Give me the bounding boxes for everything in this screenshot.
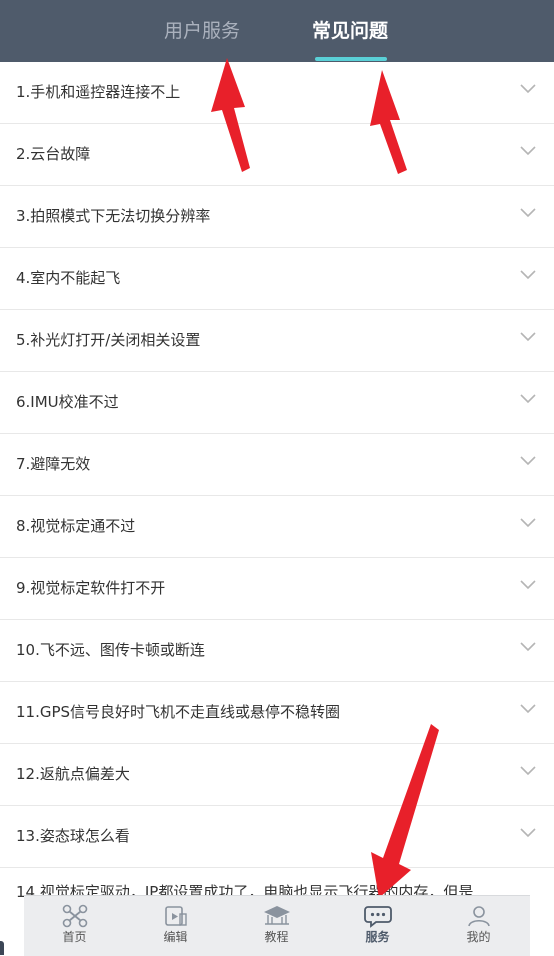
- chevron-down-icon: [520, 518, 536, 528]
- faq-item[interactable]: 9.视觉标定软件打不开: [0, 558, 554, 620]
- nav-service[interactable]: 服务: [327, 896, 428, 956]
- chevron-down-icon: [520, 394, 536, 404]
- nav-edit[interactable]: 编辑: [125, 896, 226, 956]
- nav-home[interactable]: 首页: [24, 896, 125, 956]
- screen-corner: [0, 941, 4, 955]
- faq-question: 12.返航点偏差大: [16, 765, 130, 783]
- nav-label: 编辑: [163, 930, 188, 944]
- chevron-down-icon: [520, 766, 536, 776]
- faq-item[interactable]: 8.视觉标定通不过: [0, 496, 554, 558]
- faq-question: 7.避障无效: [16, 455, 91, 473]
- chevron-down-icon: [520, 146, 536, 156]
- tab-faq[interactable]: 常见问题: [312, 0, 388, 62]
- nav-label: 首页: [62, 930, 87, 944]
- chevron-down-icon: [520, 828, 536, 838]
- faq-question: 5.补光灯打开/关闭相关设置: [16, 331, 201, 349]
- faq-item[interactable]: 3.拍照模式下无法切换分辨率: [0, 186, 554, 248]
- chevron-down-icon: [520, 456, 536, 466]
- faq-item[interactable]: 7.避障无效: [0, 434, 554, 496]
- top-tab-bar: 用户服务 常见问题: [0, 0, 554, 62]
- faq-item[interactable]: 13.姿态球怎么看: [0, 806, 554, 868]
- chevron-down-icon: [520, 642, 536, 652]
- faq-question: 11.GPS信号良好时飞机不走直线或悬停不稳转圈: [16, 703, 341, 721]
- faq-question: 3.拍照模式下无法切换分辨率: [16, 207, 211, 225]
- nav-label: 教程: [264, 930, 289, 944]
- nav-label: 服务: [365, 930, 390, 944]
- nav-profile[interactable]: 我的: [428, 896, 529, 956]
- video-edit-icon: [164, 906, 187, 926]
- chevron-down-icon: [520, 580, 536, 590]
- active-tab-indicator: [315, 57, 387, 61]
- chevron-down-icon: [520, 84, 536, 94]
- faq-question: 1.手机和遥控器连接不上: [16, 83, 181, 101]
- faq-question: 4.室内不能起飞: [16, 269, 121, 287]
- tutorial-icon: [263, 906, 290, 925]
- chevron-down-icon: [520, 270, 536, 280]
- faq-list: 1.手机和遥控器连接不上 2.云台故障 3.拍照模式下无法切换分辨率 4.室内不…: [0, 62, 554, 908]
- faq-question: 10.飞不远、图传卡顿或断连: [16, 641, 205, 659]
- faq-item[interactable]: 4.室内不能起飞: [0, 248, 554, 310]
- drone-icon: [62, 904, 87, 928]
- annotation-arrow-icon: [370, 70, 407, 174]
- nav-label: 我的: [466, 930, 491, 944]
- annotation-arrow-icon: [211, 58, 250, 172]
- faq-question: 8.视觉标定通不过: [16, 517, 136, 535]
- faq-item[interactable]: 5.补光灯打开/关闭相关设置: [0, 310, 554, 372]
- faq-item[interactable]: 10.飞不远、图传卡顿或断连: [0, 620, 554, 682]
- faq-item[interactable]: 2.云台故障: [0, 124, 554, 186]
- annotation-arrow-icon: [371, 724, 439, 898]
- chat-icon: [363, 906, 392, 928]
- faq-item[interactable]: 6.IMU校准不过: [0, 372, 554, 434]
- chevron-down-icon: [520, 208, 536, 218]
- user-icon: [467, 906, 490, 927]
- faq-item[interactable]: 11.GPS信号良好时飞机不走直线或悬停不稳转圈: [0, 682, 554, 744]
- faq-question: 6.IMU校准不过: [16, 393, 119, 411]
- nav-tutorial[interactable]: 教程: [226, 896, 327, 956]
- faq-item[interactable]: 12.返航点偏差大: [0, 744, 554, 806]
- faq-item[interactable]: 1.手机和遥控器连接不上: [0, 62, 554, 124]
- chevron-down-icon: [520, 704, 536, 714]
- chevron-down-icon: [520, 332, 536, 342]
- faq-question: 13.姿态球怎么看: [16, 827, 130, 845]
- faq-question: 9.视觉标定软件打不开: [16, 579, 166, 597]
- faq-question: 2.云台故障: [16, 145, 91, 163]
- bottom-navigation: 首页 编辑 教程 服务 我的: [24, 895, 530, 956]
